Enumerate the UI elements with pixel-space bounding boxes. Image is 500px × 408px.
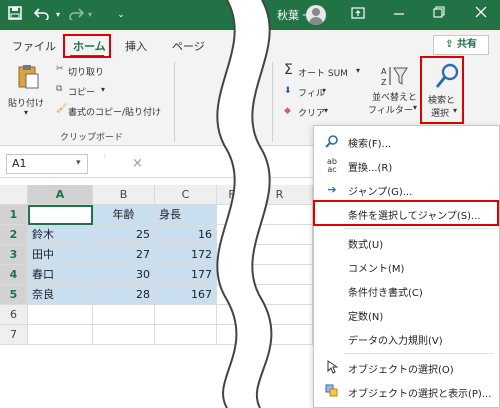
- menu-item-formulas[interactable]: 数式(U): [314, 231, 499, 255]
- menu-item-selection-pane[interactable]: オブジェクトの選択と表示(P)...: [314, 380, 499, 404]
- search-icon: [324, 134, 340, 150]
- menu-item-select-objects[interactable]: オブジェクトの選択(O): [314, 356, 499, 380]
- menu-item-replace[interactable]: ab ac 置換...(R): [314, 154, 499, 178]
- menu-item-label: オブジェクトの選択(O): [348, 365, 454, 376]
- menu-item-label: 検索(F)...: [348, 139, 392, 150]
- menu-item-label: 条件付き書式(C): [348, 288, 423, 299]
- menu-item-data-validation[interactable]: データの入力規則(V): [314, 327, 499, 351]
- arrow-right-icon: ➔: [327, 183, 337, 196]
- menu-separator: [344, 353, 494, 354]
- cursor-icon: [324, 360, 340, 376]
- goto-special-highlight: [313, 200, 499, 226]
- menu-item-comments[interactable]: コメント(M): [314, 255, 499, 279]
- menu-item-label: 数式(U): [348, 240, 384, 251]
- menu-item-label: ジャンプ(G)...: [348, 187, 413, 198]
- selection-pane-icon: [324, 384, 340, 400]
- menu-item-label: オブジェクトの選択と表示(P)...: [348, 389, 492, 400]
- replace-icon: ab ac: [327, 157, 337, 174]
- menu-item-find[interactable]: 検索(F)...: [314, 130, 499, 154]
- menu-item-goto[interactable]: ➔ ジャンプ(G)...: [314, 178, 499, 202]
- menu-item-conditional-formatting[interactable]: 条件付き書式(C): [314, 279, 499, 303]
- find-select-menu: 検索(F)... ab ac 置換...(R) ➔ ジャンプ(G)... 条件を選…: [313, 125, 500, 408]
- menu-item-label: 置換...(R): [348, 163, 393, 174]
- menu-item-constants[interactable]: 定数(N): [314, 303, 499, 327]
- menu-item-label: コメント(M): [348, 264, 405, 275]
- menu-item-label: データの入力規則(V): [348, 336, 443, 347]
- menu-item-label: 定数(N): [348, 312, 384, 323]
- menu-separator: [344, 228, 494, 229]
